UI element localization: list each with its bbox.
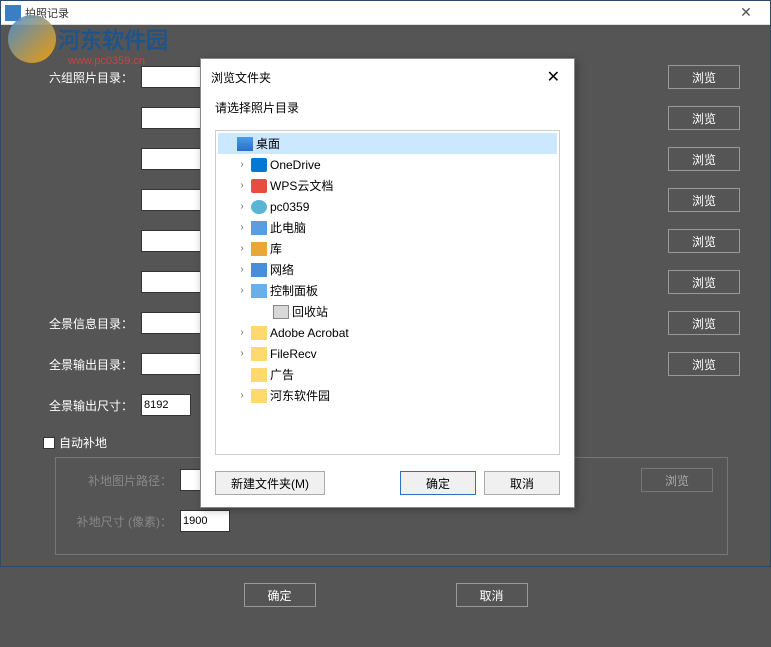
watermark-url: www.pc0359.cn (68, 55, 145, 67)
watermark-logo-icon (8, 15, 56, 63)
tree-item-label: 广告 (270, 366, 294, 383)
label-pano-info: 全景信息目录： (31, 315, 141, 332)
folder-browse-dialog: 浏览文件夹 ✕ 请选择照片目录 桌面 › OneDrive › WPS云文档 › pc035… (200, 58, 575, 508)
label-six-group: 六组照片目录： (31, 69, 141, 86)
tree-item-label: 此电脑 (270, 219, 306, 236)
watermark-text: 河东软件园 (58, 23, 168, 55)
browse-button-pano-info[interactable]: 浏览 (668, 311, 740, 335)
input-pano-size[interactable] (141, 394, 191, 416)
expand-icon[interactable]: › (236, 327, 248, 338)
expand-icon[interactable]: › (236, 390, 248, 401)
tree-item-1[interactable]: › OneDrive (218, 154, 557, 175)
label-ground-size: 补地尺寸 (像素)： (70, 513, 180, 530)
input-six-group-3[interactable] (141, 148, 201, 170)
net-icon (250, 262, 268, 278)
input-six-group-2[interactable] (141, 107, 201, 129)
input-ground-size (180, 510, 230, 532)
onedrive-icon (250, 157, 268, 173)
tree-item-11[interactable]: 广告 (218, 364, 557, 385)
input-six-group-5[interactable] (141, 230, 201, 252)
tree-item-4[interactable]: › 此电脑 (218, 217, 557, 238)
input-pano-out[interactable] (141, 353, 201, 375)
expand-icon[interactable]: › (236, 348, 248, 359)
input-six-group-4[interactable] (141, 189, 201, 211)
dialog-prompt: 请选择照片目录 (201, 95, 574, 126)
tree-item-3[interactable]: › pc0359 (218, 196, 557, 217)
new-folder-button[interactable]: 新建文件夹(M) (215, 471, 325, 495)
expand-icon[interactable]: › (236, 201, 248, 212)
tree-item-label: FileRecv (270, 347, 317, 361)
wps-icon (250, 178, 268, 194)
tree-item-label: 桌面 (256, 135, 280, 152)
tree-item-2[interactable]: › WPS云文档 (218, 175, 557, 196)
input-pano-info[interactable] (141, 312, 201, 334)
checkbox-auto-ground[interactable] (43, 437, 55, 449)
user-icon (250, 199, 268, 215)
label-auto-ground: 自动补地 (59, 434, 107, 451)
tree-item-8[interactable]: 回收站 (218, 301, 557, 322)
label-pano-out: 全景输出目录： (31, 356, 141, 373)
browse-button-6[interactable]: 浏览 (668, 270, 740, 294)
expand-icon[interactable]: › (236, 285, 248, 296)
expand-icon[interactable]: › (236, 159, 248, 170)
browse-button-2[interactable]: 浏览 (668, 106, 740, 130)
folder-icon (250, 346, 268, 362)
tree-item-label: 河东软件园 (270, 387, 330, 404)
dialog-close-icon[interactable]: ✕ (543, 67, 564, 87)
folder-icon (250, 367, 268, 383)
main-ok-button[interactable]: 确定 (244, 583, 316, 607)
tree-item-label: 控制面板 (270, 282, 318, 299)
tree-item-label: WPS云文档 (270, 177, 333, 194)
folder-icon (250, 388, 268, 404)
dialog-ok-button[interactable]: 确定 (400, 471, 476, 495)
tree-item-label: 库 (270, 240, 282, 257)
browse-button-ground: 浏览 (641, 468, 713, 492)
tree-item-label: OneDrive (270, 158, 321, 172)
tree-item-12[interactable]: › 河东软件园 (218, 385, 557, 406)
cpanel-icon (250, 283, 268, 299)
watermark: 河东软件园 www.pc0359.cn (8, 15, 168, 63)
tree-item-label: 网络 (270, 261, 294, 278)
desktop-icon (236, 136, 254, 152)
tree-item-label: pc0359 (270, 200, 309, 214)
tree-item-10[interactable]: › FileRecv (218, 343, 557, 364)
tree-item-label: 回收站 (292, 303, 328, 320)
tree-item-7[interactable]: › 控制面板 (218, 280, 557, 301)
lib-icon (250, 241, 268, 257)
browse-button-5[interactable]: 浏览 (668, 229, 740, 253)
input-six-group-6[interactable] (141, 271, 201, 293)
expand-icon[interactable]: › (236, 180, 248, 191)
tree-item-5[interactable]: ›库 (218, 238, 557, 259)
pc-icon (250, 220, 268, 236)
input-six-group-1[interactable] (141, 66, 201, 88)
label-ground-img: 补地图片路径： (70, 472, 180, 489)
expand-icon[interactable]: › (236, 264, 248, 275)
browse-button-1[interactable]: 浏览 (668, 65, 740, 89)
dialog-title: 浏览文件夹 (211, 69, 543, 86)
tree-item-0[interactable]: 桌面 (218, 133, 557, 154)
dialog-cancel-button[interactable]: 取消 (484, 471, 560, 495)
tree-item-9[interactable]: › Adobe Acrobat (218, 322, 557, 343)
tree-item-6[interactable]: › 网络 (218, 259, 557, 280)
main-cancel-button[interactable]: 取消 (456, 583, 528, 607)
browse-button-pano-out[interactable]: 浏览 (668, 352, 740, 376)
expand-icon[interactable]: › (236, 222, 248, 233)
label-pano-size: 全景输出尺寸： (31, 397, 141, 414)
folder-icon (250, 325, 268, 341)
tree-item-label: Adobe Acrobat (270, 326, 349, 340)
browse-button-4[interactable]: 浏览 (668, 188, 740, 212)
folder-tree[interactable]: 桌面›OneDrive›WPS云文档›pc0359›此电脑›库›网络›控制面板回… (215, 130, 560, 455)
window-close-icon[interactable]: ✕ (726, 4, 766, 21)
browse-button-3[interactable]: 浏览 (668, 147, 740, 171)
recycle-icon (272, 304, 290, 320)
expand-icon[interactable]: › (236, 243, 248, 254)
